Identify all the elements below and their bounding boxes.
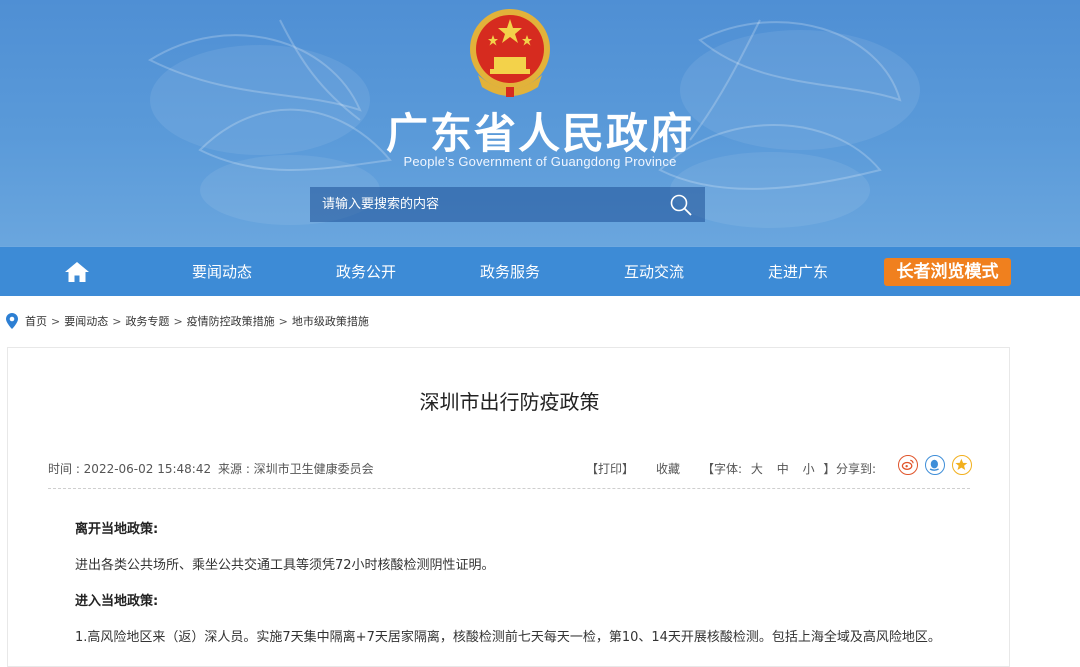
breadcrumb-topics[interactable]: 政务专题 [125, 313, 169, 329]
breadcrumb-separator: > [278, 314, 288, 328]
font-size-label-close: 】 [823, 462, 836, 476]
section-heading-leaving: 离开当地政策: [75, 522, 159, 537]
breadcrumb-city-policies[interactable]: 地市级政策措施 [292, 313, 369, 329]
breadcrumb-news[interactable]: 要闻动态 [64, 313, 108, 329]
nav-item-gov-affairs[interactable]: 政务公开 [316, 247, 416, 297]
font-large-button[interactable]: 大 [751, 462, 763, 476]
font-medium-button[interactable]: 中 [777, 462, 789, 476]
home-icon[interactable] [64, 260, 90, 284]
article-source: 来源 : 深圳市卫生健康委员会 [218, 462, 374, 476]
location-pin-icon [6, 313, 18, 329]
site-title: 广东省人民政府 [385, 109, 694, 158]
breadcrumb-epidemic-policies[interactable]: 疫情防控政策措施 [187, 313, 275, 329]
nav-item-news[interactable]: 要闻动态 [172, 247, 272, 297]
share-label: 分享到: [836, 462, 877, 476]
main-nav: 要闻动态 政务公开 政务服务 互动交流 走进广东 长者浏览模式 [0, 246, 1080, 296]
breadcrumb-separator: > [112, 314, 122, 328]
nav-item-interaction[interactable]: 互动交流 [604, 247, 704, 297]
section-heading-entering: 进入当地政策: [75, 594, 159, 609]
article-panel: 深圳市出行防疫政策 时间 : 2022-06-02 15:48:42 来源 : … [7, 347, 1010, 667]
favorite-link[interactable]: 收藏 [656, 460, 680, 477]
article-title: 深圳市出行防疫政策 [419, 390, 600, 414]
site-subtitle: People's Government of Guangdong Provinc… [403, 154, 677, 169]
search-bar [310, 187, 705, 222]
breadcrumb-separator: > [51, 314, 61, 328]
paragraph-leaving-policy: 进出各类公共场所、乘坐公共交通工具等须凭72小时核酸检测阴性证明。 [75, 558, 495, 573]
search-icon[interactable] [669, 193, 693, 217]
nav-item-services[interactable]: 政务服务 [460, 247, 560, 297]
header-banner: 广东省人民政府 People's Government of Guangdong… [0, 0, 1080, 246]
qzone-share-icon[interactable] [952, 455, 972, 475]
elder-mode-button[interactable]: 长者浏览模式 [884, 258, 1011, 286]
font-size-label: 【字体: [702, 462, 743, 476]
paragraph-high-risk: 1.高风险地区来（返）深人员。实施7天集中隔离+7天居家隔离，核酸检测前七天每天… [75, 630, 941, 645]
weibo-share-icon[interactable] [898, 455, 918, 475]
national-emblem-icon [470, 9, 550, 97]
meta-divider [48, 488, 970, 489]
breadcrumb-separator: > [173, 314, 183, 328]
nav-item-guangdong[interactable]: 走进广东 [748, 247, 848, 297]
breadcrumb-home[interactable]: 首页 [25, 313, 47, 329]
search-input[interactable] [310, 188, 662, 221]
font-small-button[interactable]: 小 [803, 462, 815, 476]
publish-time: 时间 : 2022-06-02 15:48:42 [48, 462, 212, 476]
font-size-control: 【字体: 大 中 小 】 [702, 460, 835, 477]
qq-share-icon[interactable] [925, 455, 945, 475]
print-link[interactable]: 【打印】 [586, 460, 634, 477]
breadcrumb: 首页 > 要闻动态 > 政务专题 > 疫情防控政策措施 > 地市级政策措施 [6, 313, 369, 329]
